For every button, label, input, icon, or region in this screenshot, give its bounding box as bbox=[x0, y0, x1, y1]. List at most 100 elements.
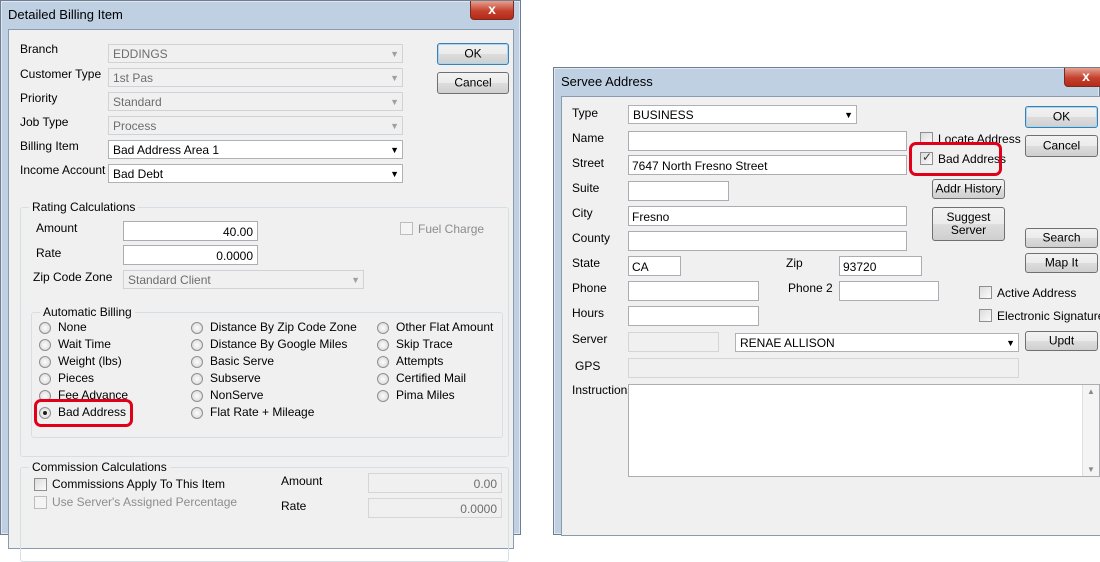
commission-amount-field: 0.00 bbox=[368, 473, 502, 493]
window-title: Detailed Billing Item bbox=[8, 7, 123, 22]
billing-item-select[interactable]: Bad Address Area 1 ▼ bbox=[108, 140, 403, 159]
use-server-percentage-checkbox[interactable] bbox=[34, 496, 47, 509]
type-select[interactable]: BUSINESS ▼ bbox=[628, 105, 857, 124]
map-it-button[interactable]: Map It bbox=[1025, 253, 1098, 273]
chevron-down-icon: ▼ bbox=[390, 121, 399, 131]
electronic-signature-checkbox[interactable] bbox=[979, 309, 992, 322]
hours-field[interactable] bbox=[628, 306, 759, 326]
county-field[interactable] bbox=[628, 231, 907, 251]
commission-amount-value: 0.00 bbox=[473, 477, 497, 491]
radio-distance-zip-zone[interactable] bbox=[191, 322, 203, 334]
phone-label: Phone bbox=[572, 281, 607, 295]
active-address-checkbox[interactable] bbox=[979, 286, 992, 299]
scroll-up-icon[interactable]: ▲ bbox=[1087, 387, 1095, 396]
title-bar[interactable]: Servee Address x bbox=[554, 68, 1100, 96]
close-icon: x bbox=[1082, 68, 1090, 84]
rate-label: Rate bbox=[36, 246, 62, 260]
updt-button-label: Updt bbox=[1048, 333, 1075, 348]
search-button[interactable]: Search bbox=[1025, 228, 1098, 248]
name-label: Name bbox=[572, 131, 605, 145]
radio-skip-trace-label: Skip Trace bbox=[396, 337, 453, 351]
radio-subserve[interactable] bbox=[191, 373, 203, 385]
instructions-textarea[interactable]: ▲ ▼ bbox=[628, 384, 1100, 477]
radio-wait-time[interactable] bbox=[39, 339, 51, 351]
hours-label: Hours bbox=[572, 306, 605, 320]
city-label: City bbox=[572, 206, 593, 220]
city-value: Fresno bbox=[632, 210, 670, 224]
close-button[interactable]: x bbox=[1064, 68, 1100, 87]
automatic-billing-title: Automatic Billing bbox=[40, 305, 135, 319]
phone-field[interactable] bbox=[628, 281, 759, 301]
phone2-label: Phone 2 bbox=[788, 281, 833, 295]
income-account-select[interactable]: Bad Debt ▼ bbox=[108, 164, 403, 183]
scrollbar[interactable]: ▲ ▼ bbox=[1082, 385, 1099, 476]
radio-attempts[interactable] bbox=[377, 356, 389, 368]
branch-select: EDDINGS ▼ bbox=[108, 44, 403, 63]
job-type-select: Process ▼ bbox=[108, 116, 403, 135]
scroll-down-icon[interactable]: ▼ bbox=[1087, 465, 1095, 474]
fuel-charge-checkbox[interactable] bbox=[400, 222, 413, 235]
amount-field[interactable]: 40.00 bbox=[123, 221, 258, 241]
commission-rate-field: 0.0000 bbox=[368, 498, 502, 518]
server-select[interactable]: RENAE ALLISON ▼ bbox=[735, 333, 1019, 352]
income-account-label: Income Account bbox=[20, 163, 106, 177]
zip-value: 93720 bbox=[843, 260, 877, 274]
radio-other-flat-amount[interactable] bbox=[377, 322, 389, 334]
suite-field[interactable] bbox=[628, 181, 729, 201]
radio-none[interactable] bbox=[39, 322, 51, 334]
chevron-down-icon: ▼ bbox=[390, 97, 399, 107]
radio-pima-miles[interactable] bbox=[377, 390, 389, 402]
branch-value: EDDINGS bbox=[113, 47, 168, 61]
server-value: RENAE ALLISON bbox=[740, 336, 835, 350]
radio-nonserve[interactable] bbox=[191, 390, 203, 402]
suggest-server-button[interactable]: Suggest Server bbox=[932, 207, 1005, 241]
radio-basic-serve[interactable] bbox=[191, 356, 203, 368]
map-it-button-label: Map It bbox=[1044, 255, 1079, 270]
suggest-server-line2: Server bbox=[950, 223, 987, 237]
customer-type-value: 1st Pas bbox=[113, 71, 154, 85]
chevron-down-icon: ▼ bbox=[390, 49, 399, 59]
billing-item-value: Bad Address Area 1 bbox=[113, 143, 220, 157]
ok-button[interactable]: OK bbox=[1025, 106, 1098, 128]
title-bar[interactable]: Detailed Billing Item x bbox=[1, 1, 520, 29]
radio-weight-label: Weight (lbs) bbox=[58, 354, 122, 368]
state-field[interactable]: CA bbox=[628, 256, 681, 276]
cancel-button[interactable]: Cancel bbox=[1025, 135, 1098, 157]
radio-none-label: None bbox=[58, 320, 87, 334]
zip-field[interactable]: 93720 bbox=[839, 256, 922, 276]
radio-weight[interactable] bbox=[39, 356, 51, 368]
street-field[interactable]: 7647 North Fresno Street bbox=[628, 155, 907, 175]
chevron-down-icon: ▼ bbox=[390, 73, 399, 83]
radio-pieces-label: Pieces bbox=[58, 371, 95, 385]
commissions-apply-label: Commissions Apply To This Item bbox=[52, 477, 225, 491]
radio-other-flat-amount-label: Other Flat Amount bbox=[396, 320, 494, 334]
radio-distance-google-miles-label: Distance By Google Miles bbox=[210, 337, 348, 351]
ok-button[interactable]: OK bbox=[437, 43, 509, 65]
city-field[interactable]: Fresno bbox=[628, 206, 907, 226]
bad-address-highlight bbox=[34, 399, 133, 427]
priority-label: Priority bbox=[20, 91, 58, 105]
updt-button[interactable]: Updt bbox=[1025, 331, 1098, 351]
close-button[interactable]: x bbox=[470, 1, 514, 20]
radio-certified-mail[interactable] bbox=[377, 373, 389, 385]
gps-field bbox=[628, 358, 1019, 378]
commission-rate-label: Rate bbox=[281, 499, 307, 513]
job-type-value: Process bbox=[113, 119, 157, 133]
radio-distance-google-miles[interactable] bbox=[191, 339, 203, 351]
radio-flat-rate-mileage[interactable] bbox=[191, 407, 203, 419]
commissions-apply-checkbox[interactable] bbox=[34, 478, 47, 491]
income-account-value: Bad Debt bbox=[113, 167, 164, 181]
addr-history-button[interactable]: Addr History bbox=[932, 179, 1005, 199]
name-field[interactable] bbox=[628, 131, 907, 151]
state-label: State bbox=[572, 256, 601, 270]
rate-field[interactable]: 0.0000 bbox=[123, 245, 258, 265]
phone2-field[interactable] bbox=[839, 281, 939, 301]
radio-wait-time-label: Wait Time bbox=[58, 337, 111, 351]
dialog-body: Type BUSINESS ▼ Name Street 7647 North F… bbox=[561, 96, 1100, 536]
radio-pieces[interactable] bbox=[39, 373, 51, 385]
radio-skip-trace[interactable] bbox=[377, 339, 389, 351]
county-label: County bbox=[572, 231, 611, 245]
cancel-button[interactable]: Cancel bbox=[437, 72, 509, 94]
fuel-charge-label: Fuel Charge bbox=[418, 222, 485, 236]
amount-label: Amount bbox=[36, 221, 78, 235]
